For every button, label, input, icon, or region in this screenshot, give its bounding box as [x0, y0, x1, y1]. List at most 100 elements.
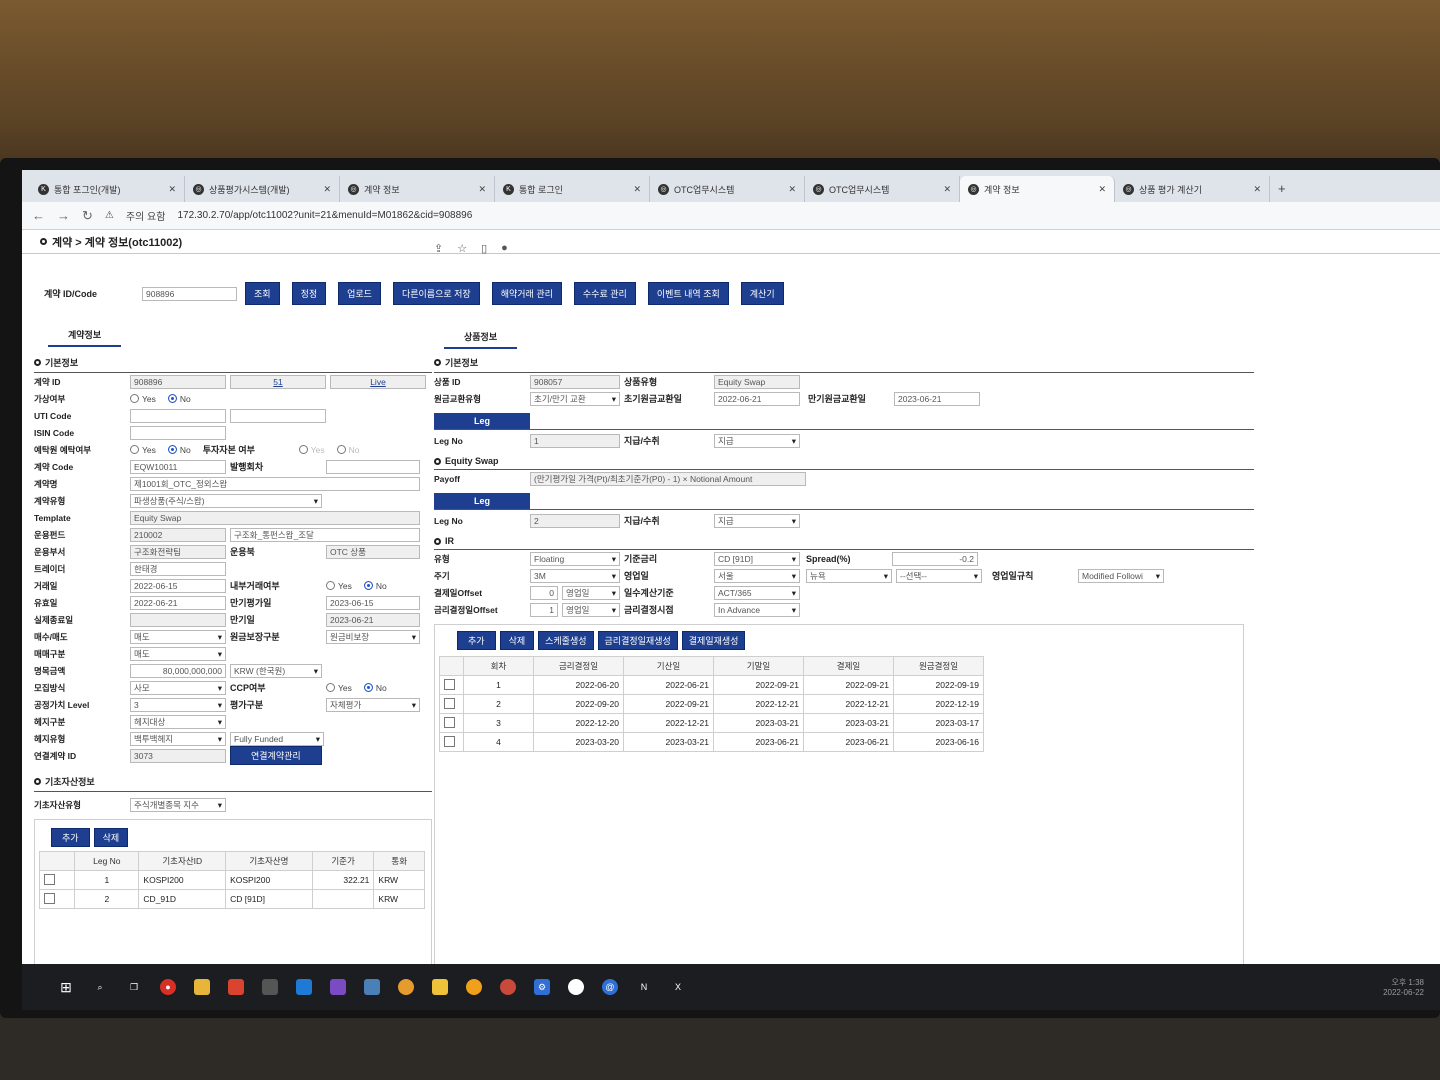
- contract-code-input[interactable]: EQW10011: [130, 459, 226, 474]
- close-icon[interactable]: ✕: [168, 184, 176, 195]
- app-icon[interactable]: [398, 979, 414, 995]
- product-type-input[interactable]: Equity Swap: [714, 374, 800, 389]
- table-row[interactable]: 1 2022-06-20 2022-06-21 2022-09-21 2022-09-2…: [439, 675, 984, 695]
- fix-offset-input[interactable]: 1: [530, 602, 558, 617]
- row-checkbox[interactable]: [444, 678, 455, 690]
- mat-exchange-date[interactable]: 2023-06-21: [894, 391, 980, 406]
- security-label[interactable]: 주의 요함: [126, 208, 166, 223]
- calendar3-select[interactable]: --선택--: [896, 568, 982, 583]
- issue-no-input[interactable]: [326, 459, 420, 474]
- forward-icon[interactable]: →: [57, 208, 70, 223]
- product-id-input[interactable]: 908057: [530, 374, 620, 389]
- cell[interactable]: 2023-06-21: [713, 732, 804, 752]
- fund-name-input[interactable]: 구조화_통펀스왑_조달: [230, 527, 420, 542]
- radio-yes[interactable]: Yes: [326, 581, 352, 591]
- calendar-select[interactable]: 서울: [714, 568, 800, 583]
- book-input[interactable]: OTC 상품: [326, 544, 420, 559]
- under-type-select[interactable]: 주식개별종목 지수: [130, 797, 226, 812]
- upload-button[interactable]: 업로드: [338, 282, 381, 305]
- table-row[interactable]: 2 2022-09-20 2022-09-21 2022-12-21 2022-12-2…: [439, 694, 984, 714]
- gear-icon[interactable]: ⚙: [534, 979, 550, 995]
- radio-yes[interactable]: Yes: [130, 445, 156, 455]
- tab-contract-info[interactable]: 계약정보: [48, 324, 122, 347]
- close-icon[interactable]: ✕: [1253, 184, 1261, 195]
- browser-tab[interactable]: K 통합 로그인 ✕: [495, 176, 650, 202]
- new-tab-icon[interactable]: +: [1270, 181, 1294, 202]
- leg-no-input[interactable]: 2: [530, 513, 620, 528]
- offer-select[interactable]: 사모: [130, 680, 226, 695]
- contract-id-input[interactable]: 908896: [142, 286, 237, 301]
- event-history-button[interactable]: 이벤트 내역 조회: [647, 282, 729, 305]
- vscode-icon[interactable]: [296, 979, 312, 995]
- principal-type-select[interactable]: 초기/만기 교환: [530, 391, 620, 406]
- calculator-button[interactable]: 계산기: [740, 282, 784, 305]
- trader-input[interactable]: 한태경: [130, 561, 226, 576]
- cell[interactable]: 2023-03-21: [803, 713, 894, 733]
- cell[interactable]: 2022-06-21: [623, 675, 714, 695]
- payrec-select[interactable]: 지급: [714, 513, 800, 528]
- dept-input[interactable]: 구조화전략팀: [130, 544, 226, 559]
- row-checkbox[interactable]: [44, 892, 55, 904]
- cell[interactable]: 2022-12-20: [533, 713, 624, 733]
- close-icon[interactable]: ✕: [788, 184, 796, 195]
- cell[interactable]: 2023-03-21: [713, 713, 804, 733]
- cell[interactable]: 2022-09-21: [713, 675, 804, 695]
- table-row[interactable]: 3 2022-12-20 2022-12-21 2023-03-21 2023-03-2…: [439, 713, 984, 733]
- maturity-input[interactable]: 2023-06-21: [326, 612, 420, 627]
- cell[interactable]: 2022-09-19: [893, 675, 984, 695]
- search-button[interactable]: 조회: [245, 282, 280, 305]
- leg-tab[interactable]: Leg: [434, 493, 530, 509]
- generate-schedule-button[interactable]: 스케줄생성: [538, 631, 594, 650]
- app-icon[interactable]: [568, 979, 584, 995]
- cell[interactable]: 2022-12-21: [713, 694, 804, 714]
- excel-icon[interactable]: X: [670, 979, 686, 995]
- funding-select[interactable]: Fully Funded: [230, 731, 324, 746]
- radio-yes[interactable]: Yes: [130, 394, 156, 404]
- pay-offset-unit[interactable]: 영업일: [562, 585, 620, 600]
- hedge-select[interactable]: 헤지대상: [130, 714, 226, 729]
- uti-input[interactable]: [130, 408, 226, 423]
- cell[interactable]: 2022-12-21: [623, 713, 714, 733]
- end-date-input[interactable]: [130, 612, 226, 627]
- buysell-select[interactable]: 매도: [130, 629, 226, 644]
- contract-type-select[interactable]: 파생상품(주식/스왑): [130, 493, 322, 508]
- close-icon[interactable]: ✕: [323, 184, 331, 195]
- table-row[interactable]: 4 2023-03-20 2023-03-21 2023-06-21 2023-06-2…: [439, 732, 984, 752]
- trade-date-input[interactable]: 2022-06-15: [130, 578, 226, 593]
- back-icon[interactable]: ←: [32, 208, 45, 223]
- currency-select[interactable]: KRW (한국원): [230, 663, 322, 678]
- hedge-type-select[interactable]: 백투백헤지: [130, 731, 226, 746]
- row-checkbox[interactable]: [444, 697, 455, 709]
- regen-fixing-button[interactable]: 금리결정일재생성: [597, 631, 678, 650]
- settings-icon[interactable]: [500, 979, 516, 995]
- radio-no[interactable]: No: [363, 581, 387, 591]
- windows-start-icon[interactable]: ⊞: [58, 979, 74, 995]
- task-view-icon[interactable]: ❐: [126, 979, 142, 995]
- add-button[interactable]: 추가: [51, 828, 90, 847]
- effective-date-input[interactable]: 2022-06-21: [130, 595, 226, 610]
- spread-input[interactable]: -0.2: [892, 551, 978, 566]
- fix-offset-unit[interactable]: 영업일: [562, 602, 620, 617]
- init-exchange-date[interactable]: 2022-06-21: [714, 391, 800, 406]
- uti-input-2[interactable]: [230, 408, 326, 423]
- table-row[interactable]: 1 KOSPI200 KOSPI200 322.21 KRW: [38, 870, 425, 890]
- fee-button[interactable]: 수수료 관리: [573, 282, 636, 305]
- close-icon[interactable]: ✕: [478, 184, 486, 195]
- contract-name-input[interactable]: 제1001회_OTC_정외스왑: [130, 476, 420, 491]
- browser-tab-active[interactable]: ◎ 계약 정보 ✕: [960, 176, 1115, 202]
- cell[interactable]: 2023-06-16: [893, 732, 984, 752]
- leg-no-input[interactable]: 1: [530, 433, 620, 448]
- cell[interactable]: 2022-09-21: [803, 675, 894, 695]
- radio-no[interactable]: No: [167, 445, 191, 455]
- payoff-input[interactable]: (만기평가일 가격(Pt)/최초기준가(P0) - 1) × Notional …: [530, 471, 806, 486]
- fixing-timing-select[interactable]: In Advance: [714, 602, 800, 617]
- search-icon[interactable]: ⌕: [92, 979, 108, 995]
- clock-date[interactable]: 2022-06-22: [1383, 988, 1424, 997]
- cell[interactable]: 2022-12-21: [803, 694, 894, 714]
- leg-tab[interactable]: Leg: [434, 413, 530, 429]
- cell[interactable]: 2023-03-20: [533, 732, 624, 752]
- index-select[interactable]: CD [91D]: [714, 551, 800, 566]
- template-input[interactable]: Equity Swap: [130, 510, 420, 525]
- table-row[interactable]: 2 CD_91D CD [91D] KRW: [38, 889, 425, 909]
- delete-button[interactable]: 삭제: [499, 631, 535, 650]
